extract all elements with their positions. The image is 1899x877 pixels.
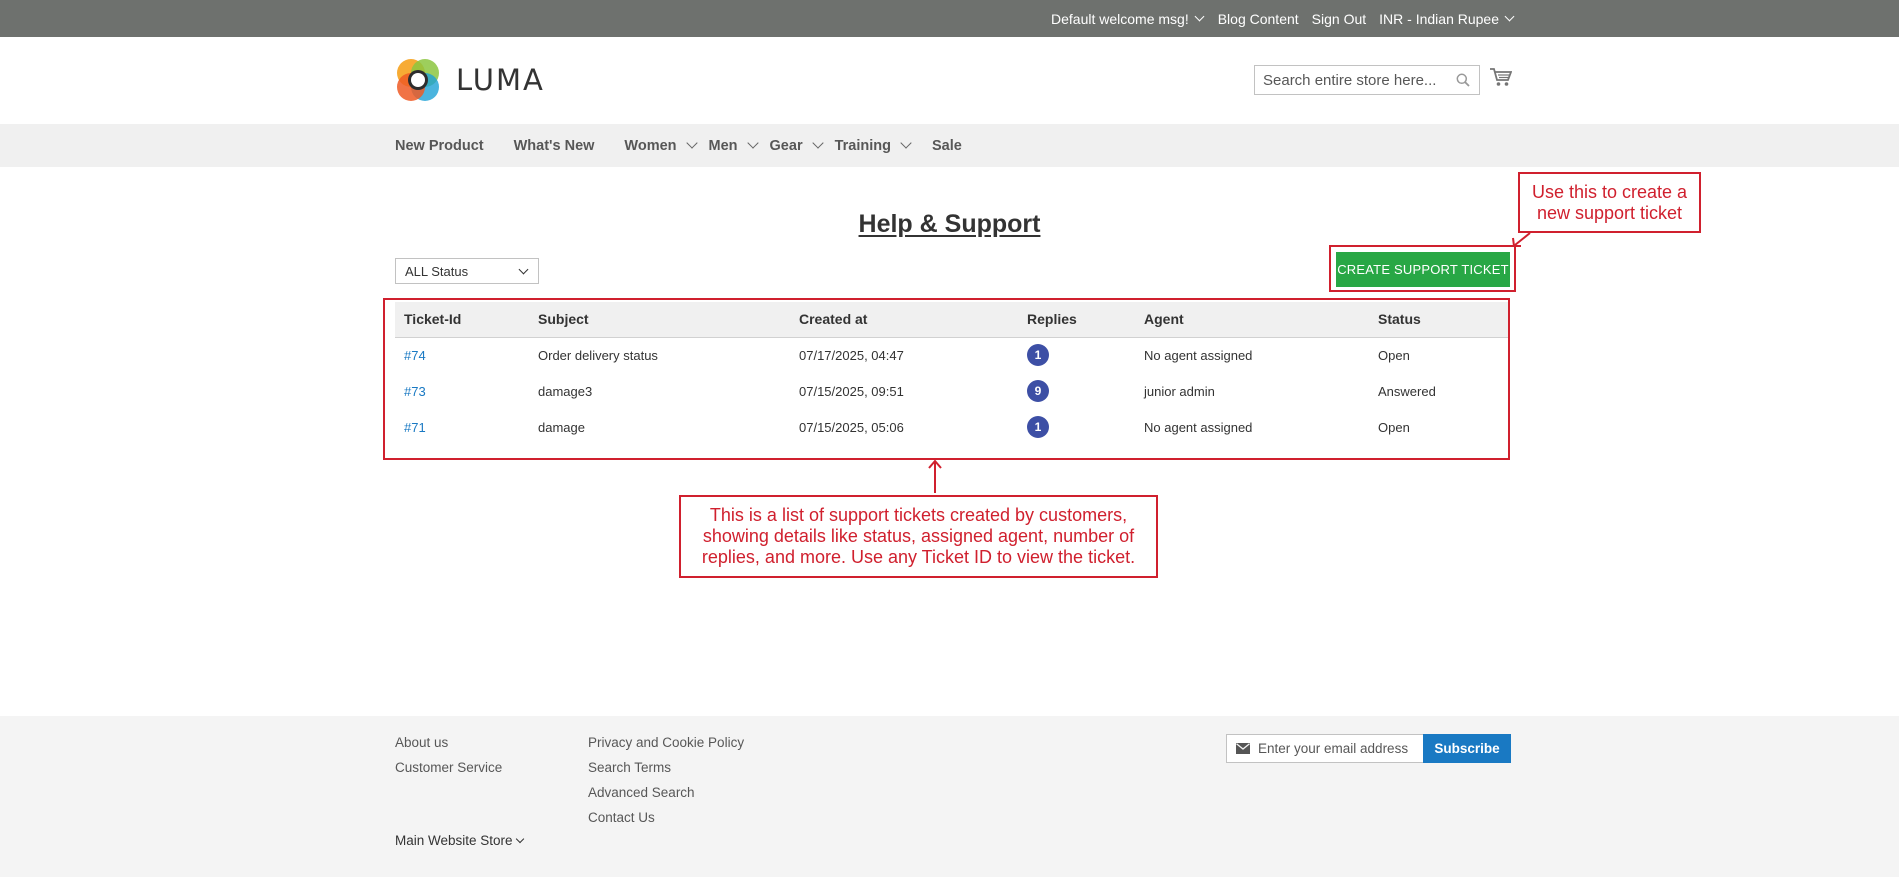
chevron-down-icon [811,137,824,149]
store-switcher[interactable]: Main Website Store [395,833,524,848]
nav-item-new-product[interactable]: New Product [395,138,484,154]
sign-out-link[interactable]: Sign Out [1312,11,1366,27]
footer-links-col-1: About us Customer Service [395,734,502,776]
footer-link-contact-us[interactable]: Contact Us [588,809,744,826]
create-button-highlight [1329,245,1516,292]
main-nav: New Product What's New Women Men Gear Tr… [395,124,962,167]
logo[interactable]: LUMA [394,56,545,104]
nav-item-training[interactable]: Training [834,137,912,154]
search-box [1254,65,1480,95]
subscribe-button[interactable]: Subscribe [1423,734,1511,763]
chevron-down-icon [685,137,698,149]
search-input[interactable] [1255,66,1445,94]
luma-logo-icon [397,59,439,101]
store-label: Main Website Store [395,833,513,848]
footer-link-advanced-search[interactable]: Advanced Search [588,784,744,801]
tickets-list-annotation: This is a list of support tickets create… [679,495,1158,578]
tickets-table-highlight [383,298,1510,460]
chevron-down-icon [518,264,529,275]
nav-item-women[interactable]: Women [624,137,698,154]
nav-label: Sale [932,137,962,154]
footer: About us Customer Service Privacy and Co… [0,716,1899,877]
nav-item-sale[interactable]: Sale [932,138,962,154]
blog-link[interactable]: Blog Content [1218,11,1299,27]
nav-label: What's New [513,137,595,154]
annotation-arrow-icon [928,459,942,493]
chevron-down-icon [1194,11,1205,22]
nav-label: Women [624,137,677,154]
newsletter-field [1226,734,1424,763]
nav-label: New Product [395,137,484,154]
currency-label: INR - Indian Rupee [1379,10,1499,27]
top-links: Default welcome msg! Blog Content Sign O… [1038,0,1515,37]
nav-item-gear[interactable]: Gear [769,137,824,154]
nav-item-men[interactable]: Men [708,137,759,154]
nav-label: Men [708,137,738,154]
top-bar: Default welcome msg! Blog Content Sign O… [0,0,1899,37]
footer-link-customer-service[interactable]: Customer Service [395,759,502,776]
footer-links-col-2: Privacy and Cookie Policy Search Terms A… [588,734,744,826]
cart-icon[interactable] [1490,67,1512,87]
newsletter-email-input[interactable] [1258,735,1418,762]
footer-link-search-terms[interactable]: Search Terms [588,759,744,776]
nav-label: Training [834,137,891,154]
nav-item-whats-new[interactable]: What's New [514,138,595,154]
welcome-label: Default welcome msg! [1051,10,1189,27]
nav-label: Gear [769,137,803,154]
annotation-arrow-icon [1512,232,1531,247]
status-filter-select[interactable]: ALL Status [395,258,539,284]
footer-link-privacy[interactable]: Privacy and Cookie Policy [588,734,744,751]
chevron-down-icon [1504,11,1515,22]
chevron-down-icon [900,137,912,149]
chevron-down-icon [746,137,759,149]
logo-text: LUMA [456,63,545,97]
footer-link-about-us[interactable]: About us [395,734,502,751]
currency-switcher[interactable]: INR - Indian Rupee [1379,11,1515,27]
status-filter-value: ALL Status [405,264,469,279]
main-nav-bar: New Product What's New Women Men Gear Tr… [0,124,1899,167]
welcome-dropdown[interactable]: Default welcome msg! [1051,11,1205,27]
chevron-down-icon [515,834,524,843]
mail-icon [1236,743,1250,754]
search-icon[interactable] [1456,73,1470,87]
create-ticket-annotation: Use this to create a new support ticket [1518,172,1701,233]
